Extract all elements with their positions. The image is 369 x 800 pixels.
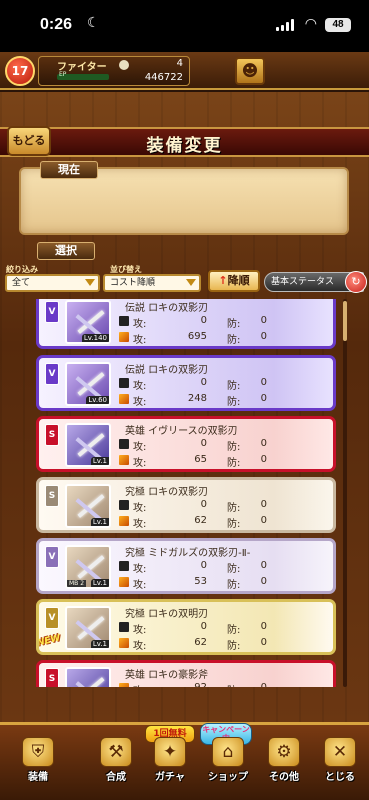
- flame-sword-icon: [119, 683, 129, 687]
- sword-icon: [119, 622, 129, 632]
- new-badge: NEW: [36, 633, 62, 649]
- weapon-thumbnail: Lv.60: [65, 362, 111, 406]
- list-item[interactable]: V Lv.140 伝説 ロキの双影刃 攻: 0 防: 0 攻: 695 防: 0: [36, 299, 336, 349]
- weapon-thumbnail: Lv.1: [65, 606, 111, 650]
- filter-dropdown[interactable]: 全て: [5, 274, 100, 292]
- level-badge: Lv.1: [90, 518, 109, 526]
- level-badge: Lv.140: [81, 334, 109, 342]
- sword-icon: [119, 316, 129, 326]
- player-bar: 17 ファイター EP 4 446722 ☻: [0, 52, 369, 90]
- list-item[interactable]: S Lv.1 究極 ロキの双影刃 攻: 0 防: 0 攻: 62 防: 0: [36, 477, 336, 533]
- base-stats-label: 基本ステータス: [271, 277, 335, 287]
- sword-icon: [119, 561, 129, 571]
- flame-sword-icon: [119, 394, 129, 404]
- chevron-down-icon: [85, 279, 95, 286]
- sort-order-button[interactable]: ↑降順: [208, 270, 260, 292]
- flame-sword-icon: [119, 638, 129, 648]
- list-item[interactable]: S NEW 英雄 ロキの豪影斧 攻:92防:0: [36, 660, 336, 687]
- flame-sword-icon: [119, 332, 129, 342]
- nav-shop[interactable]: ⌂ ショップ: [205, 737, 251, 783]
- nav-synthesis[interactable]: ⚒ 合成: [93, 737, 139, 783]
- equipment-list[interactable]: V Lv.140 伝説 ロキの双影刃 攻: 0 防: 0 攻: 695 防: 0 V Lv.…: [36, 299, 336, 687]
- select-label: 選択: [37, 242, 95, 260]
- item-name: 究極 ロキの双影刃: [125, 487, 209, 498]
- item-name: 伝説 ロキの双影刃: [125, 303, 209, 314]
- gem-count: 4: [176, 58, 183, 69]
- player-panel[interactable]: ファイター EP 4 446722: [38, 56, 190, 86]
- main-area: 装備変更 もどる 現在 選択 絞り込み 全て 並び替え コスト降順 ↑降順 基本…: [0, 92, 369, 722]
- item-name: 英雄 イヴリースの双影刃: [125, 426, 238, 437]
- level-badge: Lv.1: [90, 457, 109, 465]
- hammer-icon: ⚒: [100, 737, 132, 767]
- rank-icon: V: [45, 363, 59, 385]
- rank-icon: S: [45, 668, 59, 687]
- rank-icon: S: [45, 485, 59, 507]
- gear-icon: ⚙: [268, 737, 300, 767]
- nav-other[interactable]: ⚙ その他: [261, 737, 307, 783]
- status-bar: 0:26 ☾ ◠ 48: [0, 0, 369, 52]
- gacha-icon: ✦: [154, 737, 186, 767]
- list-item[interactable]: S Lv.1 英雄 イヴリースの双影刃 攻: 0 防: 0 攻: 65 防: 0: [36, 416, 336, 472]
- weapon-thumbnail: Lv.1: [65, 484, 111, 528]
- item-name: 伝説 ロキの双影刃: [125, 365, 209, 376]
- page-title: 装備変更: [146, 136, 223, 156]
- filter-value: 全て: [12, 278, 31, 288]
- level-badge: Lv.1: [90, 640, 109, 648]
- weapon-thumbnail: MB 2 Lv.1: [65, 545, 111, 589]
- scrollbar-thumb[interactable]: [343, 301, 347, 341]
- weapon-thumbnail: Lv.140: [65, 300, 111, 344]
- scrollbar[interactable]: [343, 299, 347, 687]
- list-item[interactable]: V MB 2 Lv.1 究極 ミドガルズの双影刃-Ⅱ- 攻: 0 防: 0 攻: 53 防:…: [36, 538, 336, 594]
- item-name: 英雄 ロキの豪影斧: [125, 670, 209, 681]
- flame-sword-icon: [119, 516, 129, 526]
- rank-icon: V: [45, 301, 59, 323]
- bottom-nav: 1回無料 キャンペーン中 ⛨ 装備 ⚒ 合成 ✦ ガチャ ⌂ ショップ ⚙ その…: [0, 722, 369, 800]
- rank-icon: V: [45, 546, 59, 568]
- close-icon: ✕: [324, 737, 356, 767]
- money-count: 446722: [144, 72, 183, 83]
- nav-close[interactable]: ✕ とじる: [317, 737, 363, 783]
- list-item[interactable]: V Lv.1 NEW 究極 ロキの双明刃 攻: 0 防: 0 攻: 62 防: 0: [36, 599, 336, 655]
- sort-dropdown[interactable]: コスト降順: [103, 274, 201, 292]
- moon-icon: ☾: [87, 15, 100, 31]
- flame-sword-icon: [119, 455, 129, 465]
- nav-equip[interactable]: ⛨ 装備: [15, 737, 61, 783]
- item-name: 究極 ロキの双明刃: [125, 609, 209, 620]
- level-badge: Lv.1: [90, 579, 109, 587]
- level-badge: Lv.60: [86, 396, 109, 404]
- weapon-thumbnail: Lv.1: [65, 423, 111, 467]
- list-item[interactable]: V Lv.60 伝説 ロキの双影刃 攻: 0 防: 0 攻: 248 防: 0: [36, 355, 336, 411]
- flame-sword-icon: [119, 577, 129, 587]
- armor-icon: ⛨: [22, 737, 54, 767]
- back-button[interactable]: もどる: [7, 126, 51, 156]
- sort-order-label: 降順: [227, 274, 250, 287]
- sword-icon: [119, 439, 129, 449]
- mb-badge: MB 2: [67, 580, 87, 587]
- arrow-up-icon: ↑: [218, 274, 228, 287]
- rank-icon: S: [45, 424, 59, 446]
- level-badge: 17: [5, 56, 35, 86]
- rank-icon: V: [45, 607, 59, 629]
- sort-value: コスト降順: [110, 278, 156, 288]
- chevron-down-icon: [186, 279, 196, 286]
- current-label: 現在: [40, 161, 98, 179]
- ep-label: EP: [59, 71, 67, 78]
- sword-icon: [119, 500, 129, 510]
- item-name: 究極 ミドガルズの双影刃-Ⅱ-: [125, 548, 251, 559]
- character-menu-button[interactable]: ☻: [235, 57, 265, 85]
- gem-icon: [119, 60, 129, 70]
- nav-gacha[interactable]: ✦ ガチャ: [147, 737, 193, 783]
- signal-icon: [276, 19, 294, 31]
- refresh-icon[interactable]: ↻: [345, 271, 367, 293]
- wifi-icon: ◠: [304, 16, 317, 32]
- shop-icon: ⌂: [212, 737, 244, 767]
- base-stats-button[interactable]: 基本ステータス ↻: [264, 271, 367, 293]
- weapon-thumbnail: [65, 667, 111, 687]
- clock: 0:26: [40, 16, 73, 33]
- sword-icon: [119, 378, 129, 388]
- battery-indicator: 48: [325, 18, 351, 32]
